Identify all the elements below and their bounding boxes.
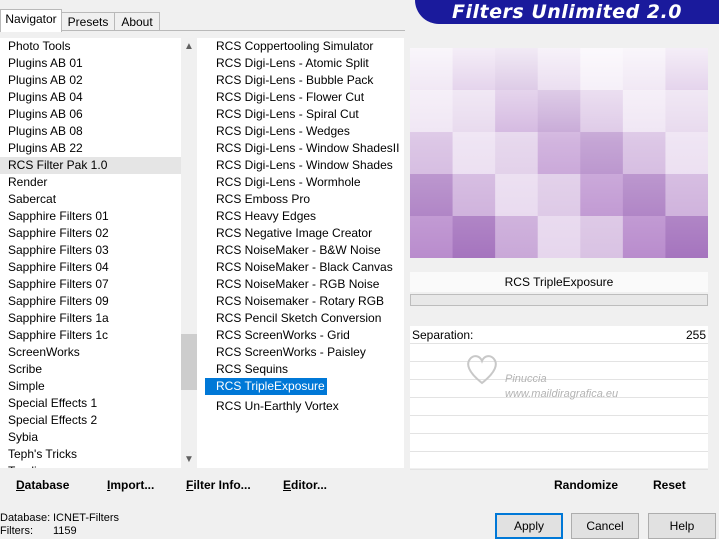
scroll-thumb[interactable] xyxy=(181,334,197,390)
filter-item[interactable]: RCS Digi-Lens - Window Shades xyxy=(205,157,404,174)
watermark-heart-icon xyxy=(467,355,497,385)
empty-slider-row xyxy=(410,362,708,380)
filter-name-label: RCS TripleExposure xyxy=(410,272,708,292)
progress-bar xyxy=(410,294,708,306)
category-item[interactable]: Plugins AB 01 xyxy=(0,55,181,72)
category-item[interactable]: Plugins AB 06 xyxy=(0,106,181,123)
filter-item[interactable]: RCS Noisemaker - Rotary RGB xyxy=(205,293,404,310)
scroll-up-icon[interactable]: ▲ xyxy=(181,38,197,55)
category-item[interactable]: RCS Filter Pak 1.0 xyxy=(0,157,181,174)
category-item[interactable]: Photo Tools xyxy=(0,38,181,55)
category-item[interactable]: Toadies xyxy=(0,463,181,468)
filter-item[interactable]: RCS Digi-Lens - Bubble Pack xyxy=(205,72,404,89)
import-button[interactable]: Import... xyxy=(107,478,154,492)
watermark-name: Pinuccia xyxy=(505,373,547,385)
filter-info-button[interactable]: Filter Info... xyxy=(186,478,251,492)
category-item[interactable]: Special Effects 2 xyxy=(0,412,181,429)
category-item[interactable]: Sapphire Filters 04 xyxy=(0,259,181,276)
filter-item[interactable]: RCS NoiseMaker - B&W Noise xyxy=(205,242,404,259)
category-item[interactable]: Sabercat xyxy=(0,191,181,208)
filter-item[interactable]: RCS Digi-Lens - Flower Cut xyxy=(205,89,404,106)
category-scrollbar[interactable]: ▲ ▼ xyxy=(181,38,197,468)
apply-button[interactable]: Apply xyxy=(495,513,563,539)
category-item[interactable]: Plugins AB 02 xyxy=(0,72,181,89)
filter-item[interactable]: RCS Digi-Lens - Atomic Split xyxy=(205,55,404,72)
category-item[interactable]: Sapphire Filters 1c xyxy=(0,327,181,344)
category-item[interactable]: Simple xyxy=(0,378,181,395)
database-label: Database: xyxy=(0,512,51,524)
category-item[interactable]: Sapphire Filters 09 xyxy=(0,293,181,310)
category-item[interactable]: Plugins AB 08 xyxy=(0,123,181,140)
filter-item[interactable]: RCS Digi-Lens - Wormhole xyxy=(205,174,404,191)
preview-fade-overlay xyxy=(410,48,708,258)
preview-image xyxy=(410,48,708,258)
category-item[interactable]: Special Effects 1 xyxy=(0,395,181,412)
separation-value: 255 xyxy=(685,328,706,342)
category-item[interactable]: Sybia xyxy=(0,429,181,446)
category-list[interactable]: Photo Tools Plugins AB 01 Plugins AB 02 Plu… xyxy=(0,38,181,468)
scroll-down-icon[interactable]: ▼ xyxy=(181,451,197,468)
category-item[interactable]: Sapphire Filters 03 xyxy=(0,242,181,259)
filter-item[interactable]: RCS ScreenWorks - Grid xyxy=(205,327,404,344)
category-item[interactable]: Sapphire Filters 1a xyxy=(0,310,181,327)
category-item[interactable]: Scribe xyxy=(0,361,181,378)
filter-item[interactable]: RCS Negative Image Creator xyxy=(205,225,404,242)
category-item[interactable]: Sapphire Filters 07 xyxy=(0,276,181,293)
filters-count-label: Filters: xyxy=(0,525,33,537)
tab-navigator[interactable]: Navigator xyxy=(0,9,62,32)
category-item[interactable]: Sapphire Filters 02 xyxy=(0,225,181,242)
separation-label: Separation: xyxy=(412,328,474,342)
filter-item[interactable]: RCS Digi-Lens - Spiral Cut xyxy=(205,106,404,123)
filter-list[interactable]: RCS Coppertooling Simulator RCS Digi-Lens… xyxy=(205,38,404,468)
status-values: ICNET-Filters 1159 xyxy=(53,512,119,538)
tab-about[interactable]: About xyxy=(114,12,160,31)
empty-slider-row xyxy=(410,434,708,452)
tab-presets[interactable]: Presets xyxy=(61,12,115,31)
filter-item[interactable]: RCS ScreenWorks - Paisley xyxy=(205,344,404,361)
filter-item[interactable]: RCS TripleExposure xyxy=(205,378,327,395)
randomize-button[interactable]: Randomize xyxy=(554,478,618,492)
help-button[interactable]: Help xyxy=(648,513,716,539)
list-divider xyxy=(197,38,205,468)
filter-item[interactable]: RCS NoiseMaker - RGB Noise xyxy=(205,276,404,293)
category-item[interactable]: Render xyxy=(0,174,181,191)
filter-item[interactable]: RCS Pencil Sketch Conversion xyxy=(205,310,404,327)
filter-item[interactable]: RCS Sequins xyxy=(205,361,404,378)
filters-count-value: 1159 xyxy=(53,525,77,537)
empty-slider-row xyxy=(410,344,708,362)
filter-item[interactable]: RCS Emboss Pro xyxy=(205,191,404,208)
filter-item[interactable]: RCS Heavy Edges xyxy=(205,208,404,225)
empty-slider-row xyxy=(410,416,708,434)
database-value: ICNET-Filters xyxy=(53,512,119,524)
brand-title: Filters Unlimited 2.0 xyxy=(452,1,682,23)
filter-item[interactable]: RCS Digi-Lens - Wedges xyxy=(205,123,404,140)
category-item[interactable]: Plugins AB 22 xyxy=(0,140,181,157)
tab-strip: Navigator Presets About xyxy=(0,9,400,32)
database-button[interactable]: Database xyxy=(16,478,69,492)
filter-item[interactable]: RCS Un-Earthly Vortex xyxy=(205,398,404,415)
category-item[interactable]: Plugins AB 04 xyxy=(0,89,181,106)
empty-slider-row xyxy=(410,452,708,470)
filter-item[interactable]: RCS Digi-Lens - Window ShadesII xyxy=(205,140,404,157)
editor-button[interactable]: Editor... xyxy=(283,478,327,492)
filter-item[interactable]: RCS Coppertooling Simulator xyxy=(205,38,404,55)
category-item[interactable]: Teph's Tricks xyxy=(0,446,181,463)
filter-item[interactable]: RCS NoiseMaker - Black Canvas xyxy=(205,259,404,276)
empty-slider-row xyxy=(410,398,708,416)
cancel-button[interactable]: Cancel xyxy=(571,513,639,539)
reset-button[interactable]: Reset xyxy=(653,478,686,492)
category-item[interactable]: ScreenWorks xyxy=(0,344,181,361)
watermark-url: www.maildiragrafica.eu xyxy=(505,388,619,400)
category-item[interactable]: Sapphire Filters 01 xyxy=(0,208,181,225)
status-labels: Database: Filters: xyxy=(0,512,50,538)
brand-banner: Filters Unlimited 2.0 xyxy=(415,0,719,24)
